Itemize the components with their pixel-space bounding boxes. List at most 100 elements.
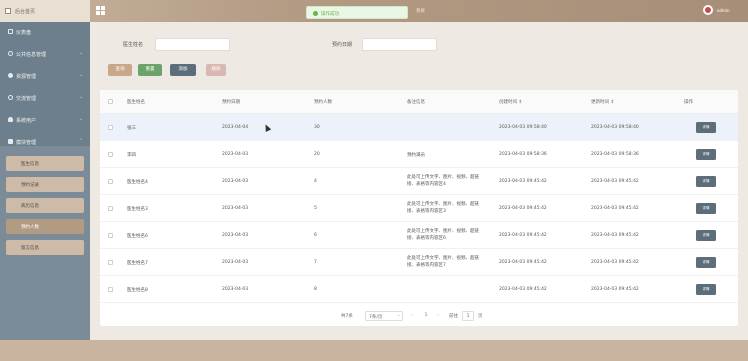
- cell-date: 2023-04-03: [222, 179, 249, 184]
- data-table: 医生姓名 预约日期 预约人数 备注信息 创建时间 ⇕ 更新时间 ⇕ 操作 张三 …: [100, 90, 738, 326]
- sidebar-item-resources[interactable]: 资源管理 ⌄: [0, 66, 90, 86]
- info-icon: [8, 51, 13, 56]
- sidebar-item-system-users[interactable]: 系统用户 ⌄: [0, 110, 90, 130]
- row-checkbox[interactable]: [108, 206, 113, 211]
- row-checkbox[interactable]: [108, 125, 113, 130]
- cell-date: 2023-04-03: [222, 260, 249, 265]
- row-checkbox[interactable]: [108, 287, 113, 292]
- cell-count: 8: [314, 287, 317, 292]
- logo-area[interactable]: 后台首页: [0, 0, 90, 22]
- cell-count: 5: [314, 206, 317, 211]
- cell-count: 4: [314, 179, 317, 184]
- cell-doctor-name: 医生姓名3: [127, 207, 148, 212]
- updated-time-sort-header[interactable]: 更新时间 ⇕: [591, 99, 614, 105]
- success-toast: 操作成功: [306, 6, 408, 19]
- sidebar-item-communication[interactable]: 交流管理 ⌄: [0, 88, 90, 108]
- detail-button[interactable]: 详情: [696, 203, 716, 214]
- cell-updated: 2023-04-03 09:45:42: [591, 233, 639, 238]
- appointment-date-input[interactable]: [362, 38, 437, 51]
- sidebar-item-label: 交流管理: [16, 95, 37, 102]
- row-checkbox[interactable]: [108, 260, 113, 265]
- detail-button[interactable]: 详情: [696, 230, 716, 241]
- page-number-current[interactable]: 1: [421, 311, 431, 321]
- sidebar-item-dashboard[interactable]: 仪表盘: [0, 22, 90, 42]
- sidebar-item-public-info[interactable]: 公共信息管理 ⌄: [0, 44, 90, 64]
- submenu-item-medical-records[interactable]: 病历信息: [6, 198, 84, 213]
- delete-button[interactable]: 删除: [206, 64, 226, 76]
- sidebar: 仪表盘 公共信息管理 ⌄ 资源管理 ⌄ 交流管理 ⌄ 系统用户 ⌄ 模块管理 ⌃…: [0, 22, 90, 340]
- avatar[interactable]: [703, 5, 713, 15]
- logo-icon: [5, 8, 11, 14]
- toast-message: 操作成功: [321, 11, 339, 17]
- doctor-name-input[interactable]: [155, 38, 230, 51]
- chevron-down-icon: ⌄: [79, 72, 84, 78]
- cell-doctor-name: 医生姓名4: [127, 180, 148, 185]
- cell-remark: 此处可上传文字、图片、视频、超链接、表格等内容区3: [407, 202, 479, 214]
- cell-count: 20: [314, 152, 320, 157]
- select-all-checkbox[interactable]: [108, 99, 113, 104]
- column-header: 医生姓名: [127, 100, 145, 105]
- page-size-select[interactable]: 7条/页 ⌄: [365, 311, 403, 321]
- dashboard-icon: [8, 29, 13, 34]
- table-row[interactable]: 医生姓名7 2023-04-03 7 此处可上传文字、图片、视频、超链接、表格等…: [100, 249, 738, 276]
- column-header: 预约日期: [222, 100, 240, 105]
- cell-doctor-name: 张三: [127, 126, 136, 131]
- sidebar-item-label: 系统用户: [16, 117, 37, 124]
- menu-toggle-icon[interactable]: [96, 6, 105, 15]
- table-row[interactable]: 医生姓名4 2023-04-03 4 此处可上传文字、图片、视频、超链接、表格等…: [100, 168, 738, 195]
- username[interactable]: admin: [717, 8, 730, 13]
- appointment-date-label: 预约日期: [332, 42, 353, 48]
- row-checkbox[interactable]: [108, 233, 113, 238]
- goto-suffix: 页: [478, 314, 483, 319]
- table-row[interactable]: 医生姓名3 2023-04-03 5 此处可上传文字、图片、视频、超链接、表格等…: [100, 195, 738, 222]
- cell-created: 2023-04-03 09:45:42: [499, 179, 547, 184]
- detail-button[interactable]: 详情: [696, 122, 716, 133]
- cell-updated: 2023-04-03 09:45:42: [591, 179, 639, 184]
- cell-doctor-name: 李四: [127, 153, 136, 158]
- cell-created: 2023-04-03 09:45:42: [499, 260, 547, 265]
- doctor-name-label: 医生姓名: [123, 42, 144, 48]
- footer-bar: [0, 340, 748, 361]
- cell-doctor-name: 医生姓名7: [127, 261, 148, 266]
- reset-button[interactable]: 重置: [138, 64, 162, 76]
- submenu-item-label: 预约人数: [21, 225, 39, 230]
- sidebar-item-label: 公共信息管理: [16, 51, 47, 58]
- detail-button[interactable]: 详情: [696, 257, 716, 268]
- check-circle-icon: [313, 11, 318, 16]
- next-page-button[interactable]: ›: [437, 313, 439, 318]
- cell-remark: 预约满员: [407, 153, 425, 158]
- table-row[interactable]: 医生姓名8 2023-04-03 8 2023-04-03 09:45:42 2…: [100, 276, 738, 303]
- goto-page-input[interactable]: 1: [462, 311, 474, 321]
- cell-count: 7: [314, 260, 317, 265]
- detail-button[interactable]: 详情: [696, 284, 716, 295]
- cell-date: 2023-04-03: [222, 152, 249, 157]
- sidebar-item-label: 模块管理: [16, 139, 37, 146]
- submenu-item-appointment-records[interactable]: 预约记录: [6, 177, 84, 192]
- cell-remark: 此处可上传文字、图片、视频、超链接、表格等内容区7: [407, 256, 479, 268]
- detail-button[interactable]: 详情: [696, 149, 716, 160]
- cell-updated: 2023-04-03 09:58:36: [591, 152, 639, 157]
- cell-remark: 此处可上传文字、图片、视频、超链接、表格等内容区6: [407, 229, 479, 241]
- detail-button[interactable]: 详情: [696, 176, 716, 187]
- table-row[interactable]: 张三 2023-04-04 30 2023-04-03 09:58:40 202…: [100, 114, 738, 141]
- row-checkbox[interactable]: [108, 179, 113, 184]
- prev-page-button[interactable]: ‹: [411, 313, 413, 318]
- submenu-item-label: 病历信息: [21, 204, 39, 209]
- pin-icon: [8, 73, 13, 78]
- column-header: 操作: [684, 100, 693, 105]
- row-checkbox[interactable]: [108, 152, 113, 157]
- submenu-item-messages[interactable]: 留言信息: [6, 240, 84, 255]
- query-button[interactable]: 查询: [108, 64, 132, 76]
- cell-created: 2023-04-03 09:45:42: [499, 233, 547, 238]
- chevron-up-icon: ⌃: [79, 138, 84, 144]
- table-row[interactable]: 医生姓名6 2023-04-03 6 此处可上传文字、图片、视频、超链接、表格等…: [100, 222, 738, 249]
- cell-doctor-name: 医生姓名8: [127, 288, 148, 293]
- add-button[interactable]: 添加: [170, 64, 196, 76]
- column-header: 备注信息: [407, 100, 425, 105]
- chevron-down-icon: ⌄: [79, 50, 84, 56]
- chevron-down-icon: ⌄: [397, 313, 401, 318]
- table-row[interactable]: 李四 2023-04-03 20 预约满员 2023-04-03 09:58:3…: [100, 141, 738, 168]
- submenu-item-doctor-info[interactable]: 医生信息: [6, 156, 84, 171]
- created-time-sort-header[interactable]: 创建时间 ⇕: [499, 99, 522, 105]
- submenu-item-appointment-count[interactable]: 预约人数: [6, 219, 84, 234]
